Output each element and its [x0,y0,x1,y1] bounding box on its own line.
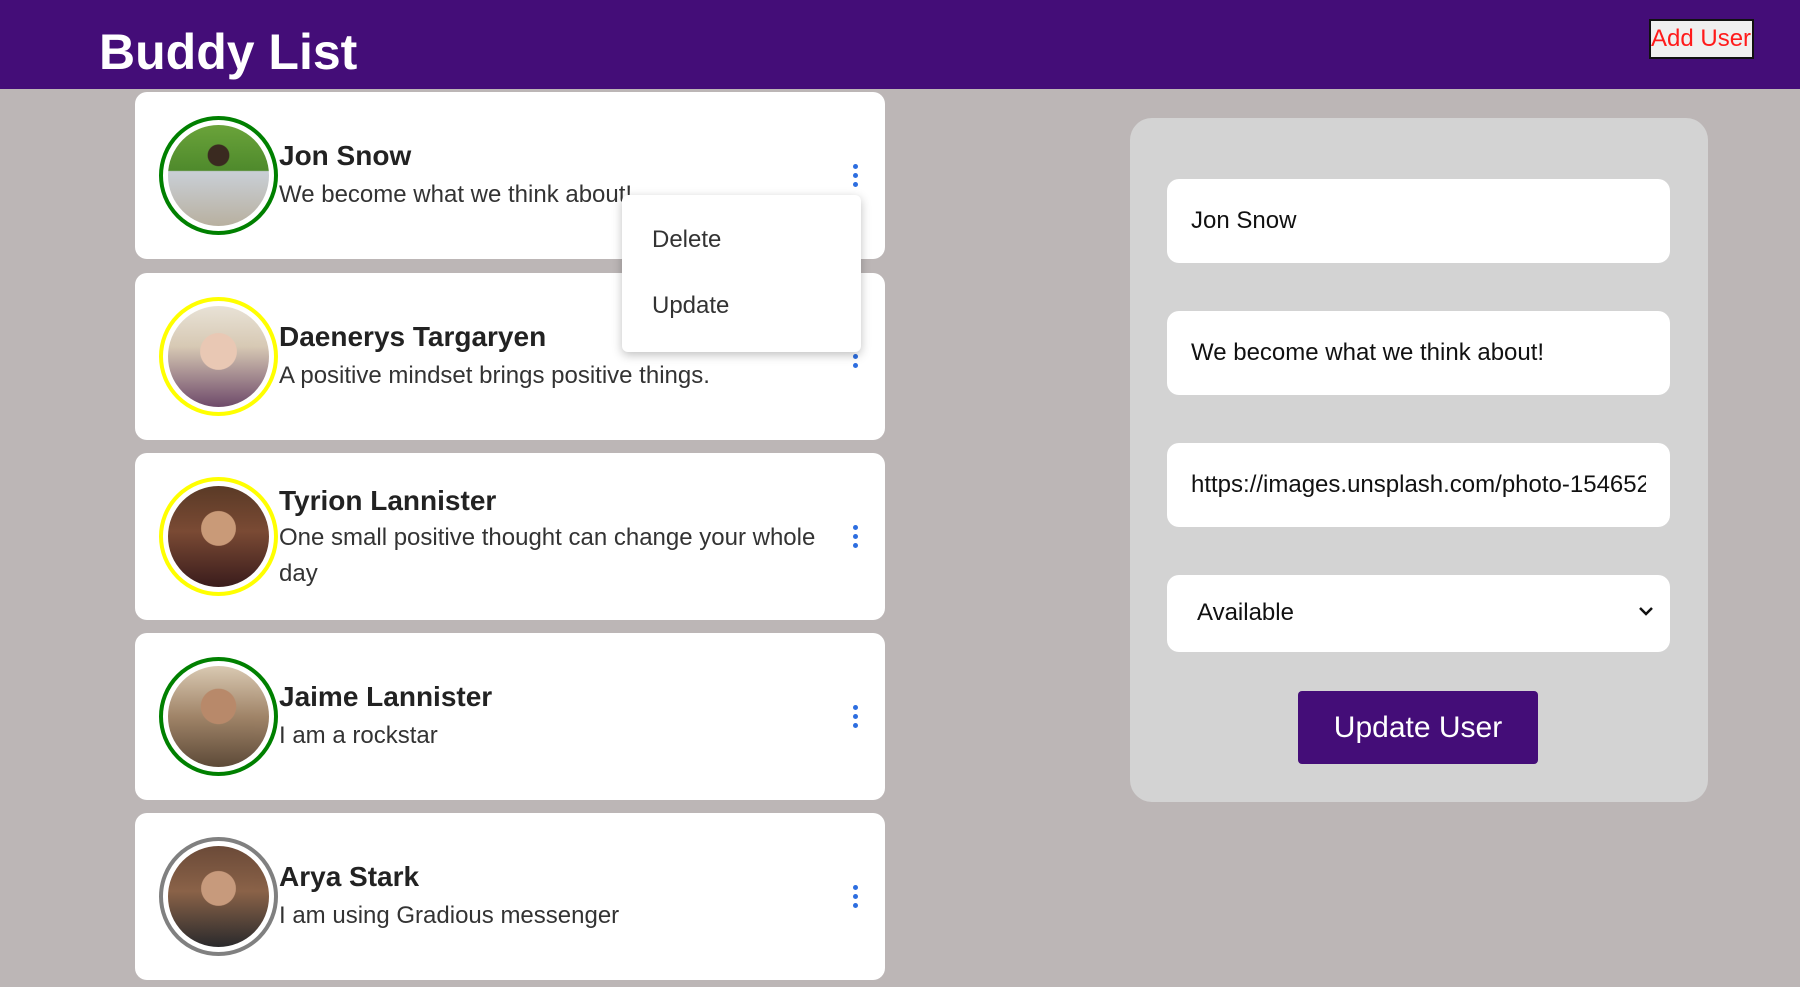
avatar [159,837,278,956]
app-title: Buddy List [99,24,358,80]
chevron-down-icon [1639,607,1653,616]
avatar [159,657,278,776]
buddy-name: Daenerys Targaryen [279,321,547,352]
buddy-name: Arya Stark [279,861,420,892]
buddy-context-menu: Delete Update [622,195,861,352]
avatar-image [168,125,269,226]
availability-select[interactable]: Available [1167,575,1670,652]
kebab-menu-icon[interactable] [845,881,865,911]
menu-item-delete[interactable]: Delete [652,226,721,254]
buddy-name: Tyrion Lannister [279,485,497,516]
buddy-status: I am a rockstar [279,722,438,749]
buddy-status: I am using Gradious messenger [279,902,620,929]
avatar-image [168,666,269,767]
buddy-name: Jon Snow [279,140,412,171]
kebab-menu-icon[interactable] [845,701,865,731]
update-user-button[interactable]: Update User [1298,691,1538,764]
app-header: Buddy List Add User [0,0,1800,89]
kebab-menu-icon[interactable] [845,521,865,551]
avatar [159,116,278,235]
avatar [159,477,278,596]
edit-user-panel: Available Update User [1130,118,1708,802]
name-field[interactable] [1167,179,1670,263]
buddy-card: Arya Stark I am using Gradious messenger [135,813,885,980]
buddy-card: Tyrion Lannister One small positive thou… [135,453,885,620]
avatar-image [168,846,269,947]
availability-selected-value: Available [1197,599,1294,626]
buddy-name: Jaime Lannister [279,681,493,712]
avatar-image [168,306,269,407]
avatar [159,297,278,416]
status-field[interactable] [1167,311,1670,395]
avatar-image [168,486,269,587]
buddy-card: Jaime Lannister I am a rockstar [135,633,885,800]
buddy-status: One small positive thought can change yo… [279,524,816,587]
image-url-field[interactable] [1167,443,1670,527]
buddy-status: A positive mindset brings positive thing… [279,362,710,389]
kebab-menu-icon[interactable] [845,160,865,190]
menu-item-update[interactable]: Update [652,292,729,320]
add-user-button[interactable]: Add User [1649,19,1754,59]
